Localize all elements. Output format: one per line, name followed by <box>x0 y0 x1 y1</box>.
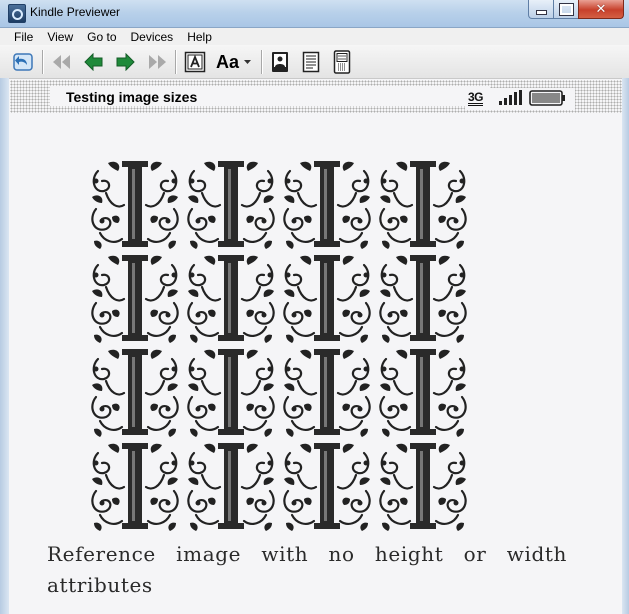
font-size-label: Aa <box>215 51 239 72</box>
toolbar-separator <box>261 50 263 74</box>
home-button[interactable] <box>10 50 36 74</box>
device-button[interactable] <box>330 50 354 74</box>
window-frame-right <box>622 78 629 614</box>
menu-help[interactable]: Help <box>180 30 219 44</box>
minimize-icon <box>536 9 547 15</box>
minimize-button[interactable] <box>528 0 555 19</box>
orientation-icon <box>272 52 288 72</box>
back-to-home-icon <box>13 53 33 71</box>
battery-icon <box>529 90 565 106</box>
toolbar: Aa <box>0 45 629 79</box>
close-button[interactable]: ✕ <box>578 0 624 19</box>
page-content: Reference image with no height or width … <box>10 113 622 614</box>
previous-page-icon <box>84 53 103 71</box>
first-page-icon <box>53 55 70 69</box>
book-title: Testing image sizes <box>66 89 198 105</box>
menu-file[interactable]: File <box>0 30 40 44</box>
close-icon: ✕ <box>595 1 607 17</box>
window-titlebar[interactable]: Kindle Previewer ✕ <box>0 0 629 28</box>
first-page-button[interactable] <box>50 50 74 74</box>
font-size-dropdown[interactable]: Aa <box>213 50 255 74</box>
window-frame-left <box>0 78 9 614</box>
maximize-icon <box>559 2 574 16</box>
kindle-device-icon <box>333 50 351 74</box>
device-status-bar: Testing image sizes 3G <box>10 80 622 113</box>
chevron-down-icon <box>244 60 251 64</box>
maximize-button[interactable] <box>553 0 580 19</box>
next-page-button[interactable] <box>113 50 137 74</box>
page-view-button[interactable] <box>299 50 323 74</box>
menu-bar: File View Go to Devices Help <box>0 28 629 45</box>
image-caption: Reference image with no height or width … <box>47 542 567 597</box>
menu-go-to[interactable]: Go to <box>80 30 123 44</box>
decorative-initial-image <box>90 159 468 533</box>
next-page-icon <box>116 53 135 71</box>
signal-strength-icon <box>499 90 522 105</box>
kindle-previewer-app-icon[interactable] <box>8 4 26 23</box>
cover-page-button[interactable] <box>183 50 207 74</box>
previous-page-button[interactable] <box>82 50 106 74</box>
toolbar-separator <box>42 50 44 74</box>
orientation-button[interactable] <box>268 50 292 74</box>
toolbar-separator <box>175 50 177 74</box>
last-page-icon <box>149 55 166 69</box>
network-3g-label: 3G <box>468 90 484 106</box>
device-indicators: 3G <box>465 88 575 110</box>
window-title: Kindle Previewer <box>30 5 121 19</box>
last-page-button[interactable] <box>145 50 169 74</box>
cover-page-icon <box>184 51 206 73</box>
page-icon <box>302 51 320 73</box>
menu-view[interactable]: View <box>40 30 80 44</box>
menu-devices[interactable]: Devices <box>124 30 181 44</box>
